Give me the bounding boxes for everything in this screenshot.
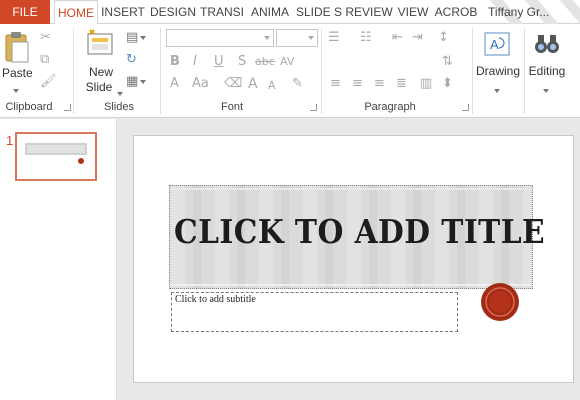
shapes-icon: A — [484, 32, 510, 56]
highlight-icon[interactable]: ✎ — [292, 76, 303, 92]
character-spacing-button[interactable]: AV — [280, 54, 294, 70]
tab-animations[interactable]: ANIMA — [246, 0, 294, 24]
change-case-button[interactable]: Aa — [192, 76, 209, 92]
paste-button[interactable] — [4, 30, 30, 69]
slide-number: 1 — [6, 133, 14, 148]
clipboard-launcher[interactable] — [64, 104, 71, 111]
tab-home[interactable]: HOME — [54, 0, 98, 25]
paragraph-group-label: Paragraph — [364, 101, 416, 113]
new-slide-label: New — [88, 65, 113, 79]
layout-icon[interactable]: ▤ — [126, 30, 147, 46]
grow-font-button[interactable]: A — [248, 76, 258, 92]
tab-slideshow[interactable]: SLIDE S — [295, 0, 343, 24]
separator — [160, 28, 161, 114]
align-center-icon[interactable]: ≡ — [352, 76, 363, 92]
bullets-icon[interactable]: ☰ — [328, 30, 340, 46]
underline-button[interactable]: U — [214, 54, 224, 70]
increase-indent-icon[interactable]: ⇥ — [412, 30, 423, 46]
align-text-icon[interactable]: ⬍ — [442, 76, 453, 92]
editing-dropdown-icon[interactable] — [543, 82, 549, 100]
paste-label: Paste — [2, 66, 33, 80]
editing-button[interactable] — [533, 32, 561, 61]
new-slide-button[interactable] — [86, 28, 116, 65]
paragraph-launcher[interactable] — [462, 104, 469, 111]
justify-icon[interactable]: ≣ — [396, 76, 407, 92]
wax-seal-decoration — [480, 282, 520, 322]
tab-file[interactable]: FILE — [0, 0, 50, 24]
align-right-icon[interactable]: ≡ — [374, 76, 385, 92]
drawing-label: Drawing — [475, 64, 520, 78]
format-painter-icon[interactable]: 🖌 — [40, 74, 57, 90]
align-left-icon[interactable]: ≡ — [330, 76, 341, 92]
font-color-button[interactable]: A — [170, 76, 179, 92]
drawing-dropdown-icon[interactable] — [494, 82, 500, 100]
new-slide-icon — [87, 29, 113, 55]
clipboard-icon — [5, 32, 29, 63]
account-area[interactable]: Tiffany Gr... — [482, 0, 580, 24]
subtitle-placeholder-text: Click to add subtitle — [175, 294, 256, 305]
new-slide-label-2: Slide — [85, 80, 113, 94]
columns-icon[interactable]: ▥ — [420, 76, 432, 92]
paste-dropdown-icon[interactable] — [13, 82, 19, 100]
font-launcher[interactable] — [310, 104, 317, 111]
strikethrough-button[interactable]: abc — [255, 54, 275, 70]
editing-label: Editing — [528, 64, 566, 78]
shadow-button[interactable]: S — [238, 54, 246, 70]
tab-transitions[interactable]: TRANSI — [199, 0, 245, 24]
copy-icon[interactable]: ⧉ — [40, 52, 49, 68]
drawing-button[interactable]: A — [482, 30, 512, 63]
decrease-indent-icon[interactable]: ⇤ — [392, 30, 403, 46]
slide-thumbnail[interactable] — [15, 132, 97, 181]
shrink-font-button[interactable]: A — [268, 78, 276, 94]
slides-group-label: Slides — [104, 101, 134, 113]
text-direction-icon[interactable]: ⇅ — [442, 54, 453, 70]
cut-icon[interactable]: ✂ — [40, 30, 51, 46]
font-size-dropdown[interactable] — [276, 29, 318, 47]
reset-icon[interactable]: ↻ — [126, 52, 137, 68]
ribbon-tab-bar: FILE HOME INSERT DESIGN TRANSI ANIMA SLI… — [0, 0, 580, 25]
user-name[interactable]: Tiffany Gr... — [488, 0, 578, 24]
thumbnail-preview — [25, 143, 87, 164]
binoculars-icon — [535, 35, 559, 53]
bold-button[interactable]: B — [170, 54, 180, 70]
svg-text:A: A — [490, 37, 499, 52]
clear-formatting-icon[interactable]: ⌫ — [224, 76, 242, 92]
numbering-icon[interactable]: ☷ — [360, 30, 372, 46]
tab-design[interactable]: DESIGN — [148, 0, 198, 24]
font-family-dropdown[interactable] — [166, 29, 274, 47]
font-group-label: Font — [220, 101, 243, 113]
tab-acrobat[interactable]: ACROB — [432, 0, 480, 24]
separator — [73, 28, 74, 114]
separator — [321, 28, 322, 114]
section-icon[interactable]: ▦ — [126, 74, 147, 90]
italic-button[interactable]: I — [193, 54, 197, 70]
title-placeholder-text: CLICK TO ADD TITLE — [174, 212, 546, 251]
tab-insert[interactable]: INSERT — [99, 0, 147, 24]
tab-view[interactable]: VIEW — [395, 0, 431, 24]
line-spacing-icon[interactable]: ↕ — [438, 30, 449, 46]
tab-review[interactable]: REVIEW — [344, 0, 394, 24]
clipboard-group-label: Clipboard — [5, 101, 53, 113]
ribbon-home: Paste ✂ ⧉ 🖌 Clipboard New Slide ▤ ↻ ▦ Sl… — [0, 24, 580, 118]
